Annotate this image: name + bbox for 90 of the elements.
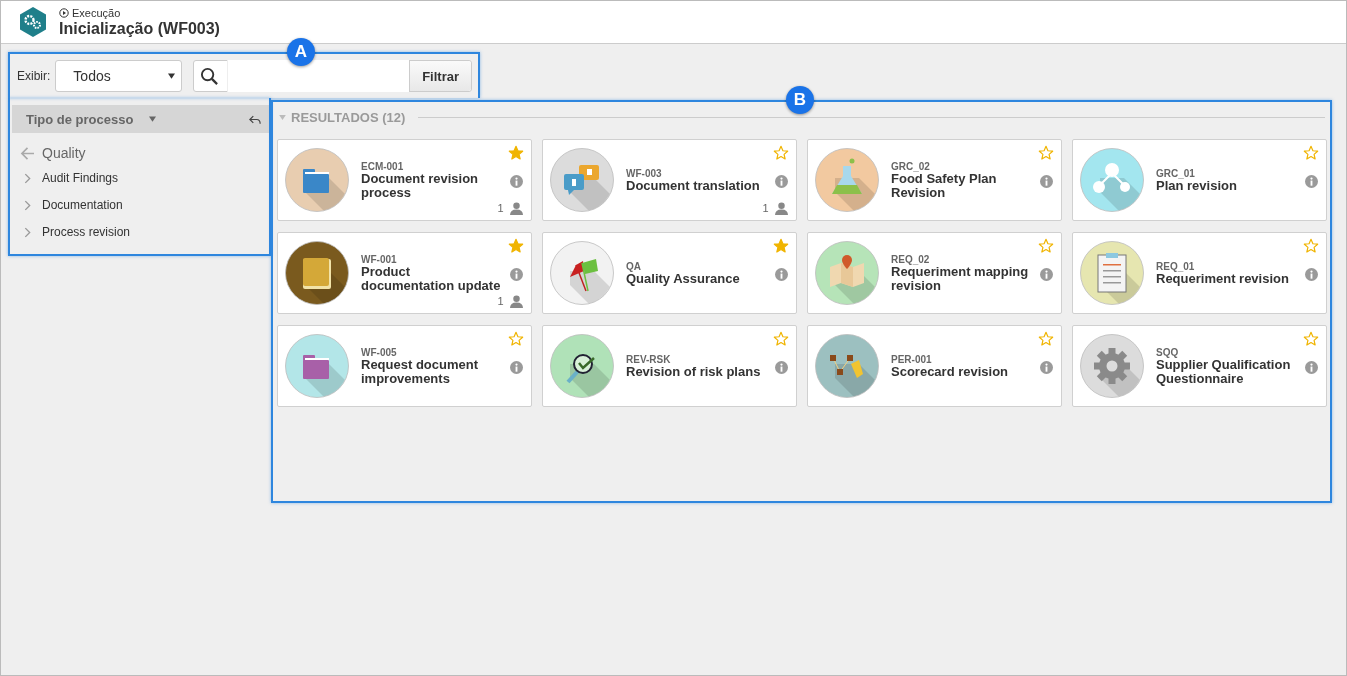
process-name: Requeriment revision — [1156, 271, 1290, 286]
process-card[interactable]: REV-RSK Revision of risk plans — [542, 325, 797, 407]
favorite-star-icon[interactable] — [508, 238, 524, 254]
process-code: REV-RSK — [626, 353, 672, 365]
process-code: REQ_02 — [891, 253, 931, 265]
gears-logo-icon — [17, 5, 49, 39]
process-card[interactable]: WF-001 Product documentation update 1 — [277, 232, 532, 314]
parent-category[interactable]: Quality — [42, 145, 86, 161]
info-icon[interactable] — [1304, 267, 1318, 281]
favorite-star-icon[interactable] — [773, 145, 789, 161]
process-name: Quality Assurance — [626, 271, 741, 286]
process-name: Requeriment mapping revision — [891, 264, 1030, 293]
favorite-star-icon[interactable] — [1303, 238, 1319, 254]
participant-count: 1 — [497, 202, 504, 214]
process-card[interactable]: SQQ Supplier Qualification Questionnaire — [1072, 325, 1327, 407]
favorite-star-icon[interactable] — [508, 331, 524, 347]
search-icon — [200, 66, 220, 86]
process-code: REQ_01 — [1156, 260, 1196, 272]
participant-count: 1 — [497, 295, 504, 307]
favorite-star-icon[interactable] — [1303, 145, 1319, 161]
process-name: Document revision process — [361, 171, 480, 200]
process-card[interactable]: QA Quality Assurance — [542, 232, 797, 314]
favorite-star-icon[interactable] — [773, 238, 789, 254]
process-code: WF-003 — [626, 167, 663, 179]
process-code: WF-005 — [361, 346, 398, 358]
favorite-star-icon[interactable] — [508, 145, 524, 161]
process-name: Scorecard revision — [891, 364, 1010, 379]
process-card[interactable]: WF-005 Request document improvements — [277, 325, 532, 407]
play-icon — [59, 7, 69, 18]
results-heading: RESULTADOS (12) — [291, 109, 406, 125]
search-field[interactable]: Filtrar — [193, 60, 472, 92]
process-name: Food Safety Plan Revision — [891, 171, 998, 200]
process-name: Document translation — [626, 178, 761, 193]
sidebar-heading[interactable]: Tipo de processo — [26, 111, 134, 127]
callout-badge: B — [786, 86, 814, 114]
favorite-star-icon[interactable] — [773, 331, 789, 347]
process-code: PER-001 — [891, 353, 933, 365]
info-icon[interactable] — [774, 267, 788, 281]
category-item[interactable]: Documentation — [42, 198, 123, 212]
chevron-right-icon[interactable] — [24, 226, 31, 238]
participant-count: 1 — [762, 202, 769, 214]
left-arrow-icon[interactable] — [20, 146, 35, 160]
process-name: Plan revision — [1156, 178, 1238, 193]
info-icon[interactable] — [1304, 360, 1318, 374]
favorite-star-icon[interactable] — [1038, 238, 1054, 254]
user-icon — [509, 201, 523, 215]
process-card[interactable]: WF-003 Document translation 1 — [542, 139, 797, 221]
process-code: QA — [626, 260, 642, 272]
favorite-star-icon[interactable] — [1303, 331, 1319, 347]
process-card[interactable]: PER-001 Scorecard revision — [807, 325, 1062, 407]
process-card[interactable]: REQ_01 Requeriment revision — [1072, 232, 1327, 314]
category-item[interactable]: Audit Findings — [42, 171, 119, 185]
info-icon[interactable] — [774, 360, 788, 374]
process-card[interactable]: GRC_02 Food Safety Plan Revision — [807, 139, 1062, 221]
caret-icon — [168, 73, 176, 79]
chevron-right-icon[interactable] — [24, 199, 31, 211]
favorite-star-icon[interactable] — [1038, 331, 1054, 347]
page-title: Inicialização (WF003) — [59, 19, 220, 38]
breadcrumb-text: Execução — [72, 6, 121, 19]
process-name: Request document improvements — [361, 357, 479, 386]
process-code: WF-001 — [361, 253, 398, 265]
info-icon[interactable] — [1039, 267, 1053, 281]
process-card[interactable]: GRC_01 Plan revision — [1072, 139, 1327, 221]
filter-button[interactable]: Filtrar — [409, 61, 471, 91]
caret-icon[interactable] — [149, 116, 157, 122]
user-icon — [774, 201, 788, 215]
info-icon[interactable] — [509, 174, 523, 188]
info-icon[interactable] — [1039, 360, 1053, 374]
info-icon[interactable] — [509, 267, 523, 281]
process-card[interactable]: REQ_02 Requeriment mapping revision — [807, 232, 1062, 314]
process-code: GRC_02 — [891, 160, 931, 172]
info-icon[interactable] — [1039, 174, 1053, 188]
process-name: Product documentation update — [361, 264, 501, 293]
category-item[interactable]: Process revision — [42, 225, 131, 239]
process-code: ECM-001 — [361, 160, 405, 172]
favorite-star-icon[interactable] — [1038, 145, 1054, 161]
back-arrow-icon[interactable] — [249, 113, 261, 125]
show-label: Exibir: — [17, 69, 51, 83]
process-name: Revision of risk plans — [626, 364, 762, 379]
info-icon[interactable] — [774, 174, 788, 188]
chevron-right-icon[interactable] — [24, 172, 31, 184]
process-code: SQQ — [1156, 346, 1180, 358]
collapse-caret-icon[interactable] — [279, 114, 286, 120]
process-code: GRC_01 — [1156, 167, 1196, 179]
process-card[interactable]: ECM-001 Document revision process 1 — [277, 139, 532, 221]
info-icon[interactable] — [1304, 174, 1318, 188]
show-dropdown[interactable]: Todos — [55, 60, 183, 92]
user-icon — [509, 294, 523, 308]
process-name: Supplier Qualification Questionnaire — [1156, 357, 1292, 386]
info-icon[interactable] — [509, 360, 523, 374]
